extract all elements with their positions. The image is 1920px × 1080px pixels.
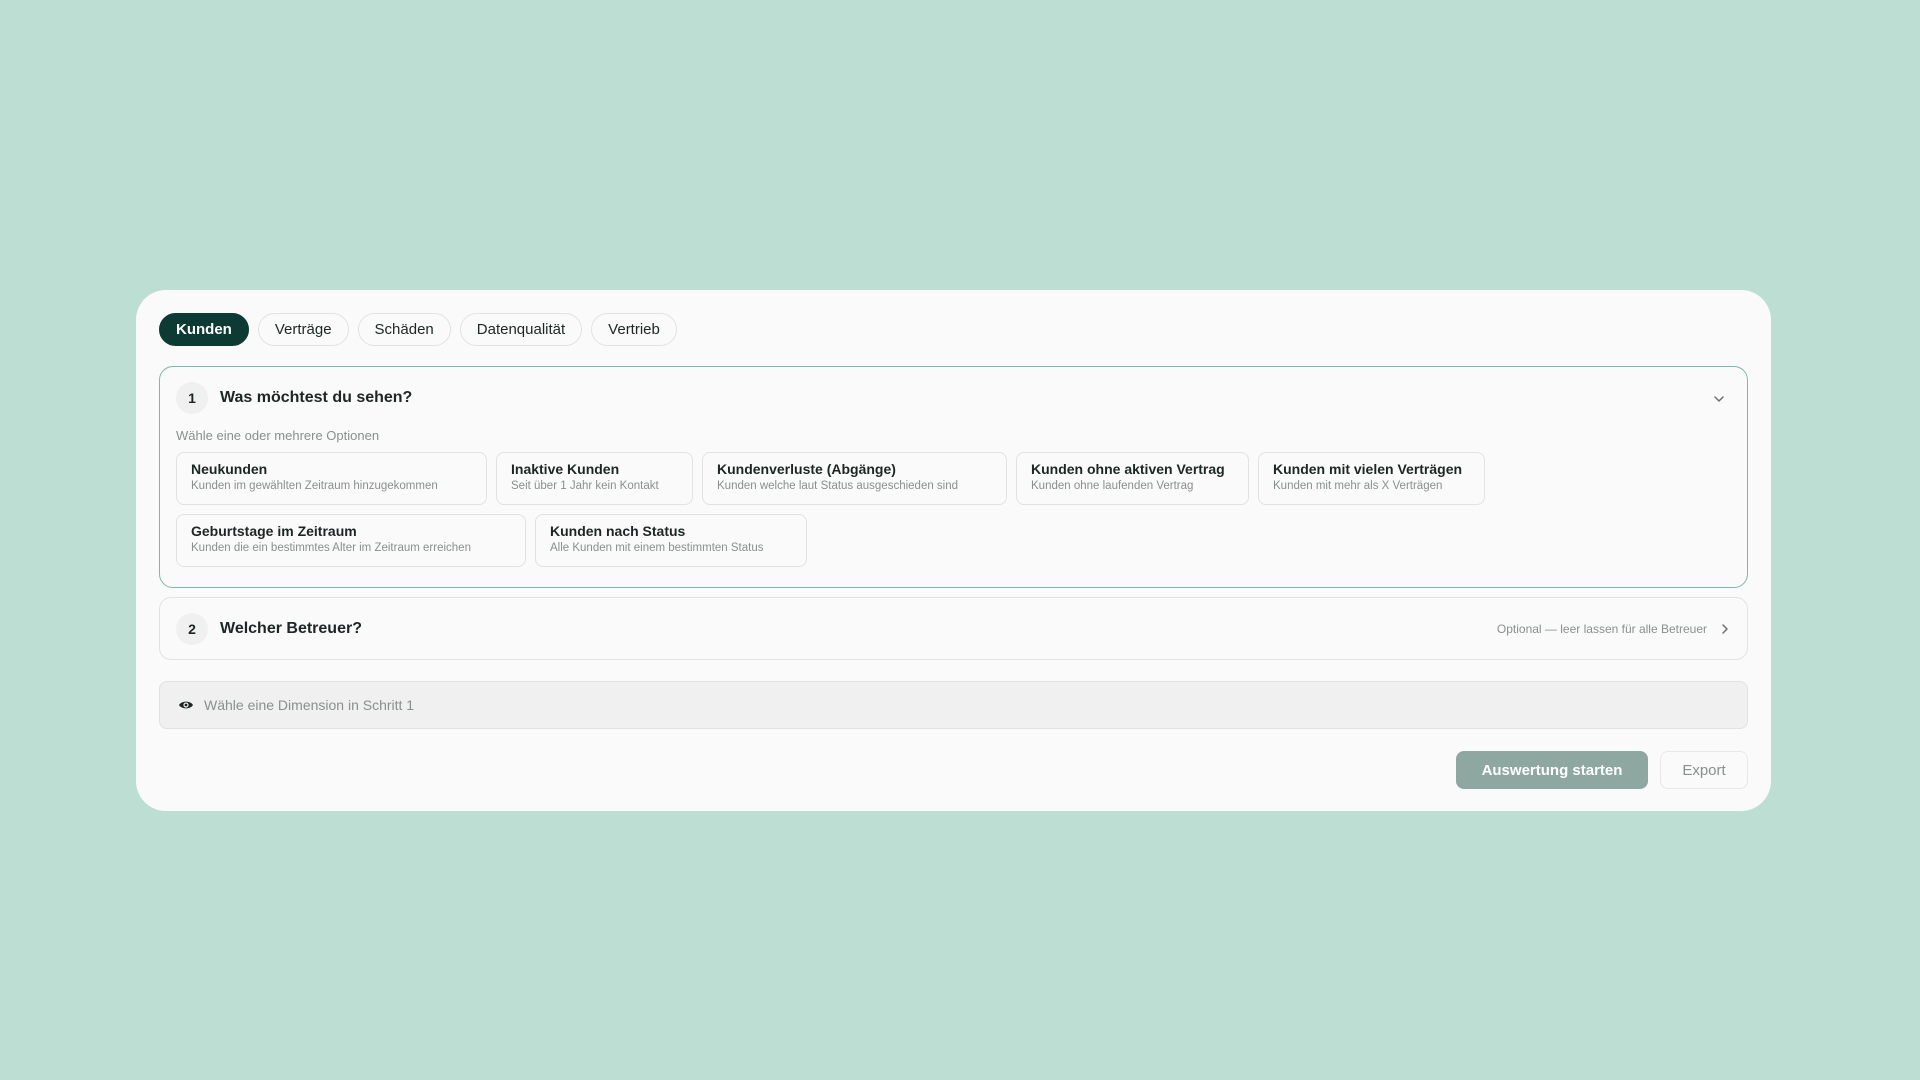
start-analysis-button[interactable]: Auswertung starten <box>1456 751 1648 789</box>
step-1-number: 1 <box>176 382 208 414</box>
action-bar: Auswertung starten Export <box>159 751 1748 789</box>
category-tabs: Kunden Verträge Schäden Datenqualität Ve… <box>159 313 1748 346</box>
option-title: Kunden nach Status <box>550 523 686 539</box>
step-2-panel[interactable]: 2 Welcher Betreuer? Optional — leer lass… <box>159 597 1748 660</box>
option-subtitle: Kunden ohne laufenden Vertrag <box>1031 480 1194 492</box>
option-subtitle: Kunden mit mehr als X Verträgen <box>1273 480 1443 492</box>
option-kundenverluste[interactable]: Kundenverluste (Abgänge) Kunden welche l… <box>702 452 1007 505</box>
option-inaktive-kunden[interactable]: Inaktive Kunden Seit über 1 Jahr kein Ko… <box>496 452 693 505</box>
option-title: Kunden ohne aktiven Vertrag <box>1031 461 1225 477</box>
chevron-right-icon <box>1722 623 1728 634</box>
option-subtitle: Kunden im gewählten Zeitraum hinzugekomm… <box>191 480 438 492</box>
chevron-down-icon[interactable] <box>1713 393 1725 405</box>
step-1-title: Was möchtest du sehen? <box>220 389 413 406</box>
step-2-optional-hint: Optional — leer lassen für alle Betreuer <box>1496 621 1707 636</box>
option-list: Neukunden Kunden im gewählten Zeitraum h… <box>176 452 1496 567</box>
tab-schaeden[interactable]: Schäden <box>357 313 451 346</box>
option-geburtstage[interactable]: Geburtstage im Zeitraum Kunden die ein b… <box>176 514 526 567</box>
option-title: Inaktive Kunden <box>511 461 620 477</box>
option-title: Geburtstage im Zeitraum <box>191 523 357 539</box>
option-subtitle: Kunden welche laut Status ausgeschieden … <box>717 480 959 492</box>
eye-icon <box>179 701 193 709</box>
preview-placeholder: Wähle eine Dimension in Schritt 1 <box>204 697 415 713</box>
preview-box: Wähle eine Dimension in Schritt 1 <box>159 681 1748 729</box>
tab-vertraege[interactable]: Verträge <box>257 313 349 346</box>
option-subtitle: Kunden die ein bestimmtes Alter im Zeitr… <box>191 542 471 554</box>
step-1-panel: 1 Was möchtest du sehen? Wähle eine oder… <box>159 366 1748 588</box>
step-2-title: Welcher Betreuer? <box>220 619 362 637</box>
step-1-header[interactable]: 1 Was möchtest du sehen? <box>176 381 1731 415</box>
export-button[interactable]: Export <box>1660 751 1748 789</box>
option-subtitle: Seit über 1 Jahr kein Kontakt <box>511 480 659 492</box>
option-kunden-viele-vertraege[interactable]: Kunden mit vielen Verträgen Kunden mit m… <box>1258 452 1485 505</box>
step-1-hint: Wähle eine oder mehrere Optionen <box>176 428 380 443</box>
report-builder-card: Kunden Verträge Schäden Datenqualität Ve… <box>136 290 1771 811</box>
tab-kunden[interactable]: Kunden <box>159 313 249 346</box>
tab-datenqualitaet[interactable]: Datenqualität <box>459 313 583 346</box>
tab-vertrieb[interactable]: Vertrieb <box>591 313 677 346</box>
option-title: Kunden mit vielen Verträgen <box>1273 461 1463 477</box>
option-kunden-nach-status[interactable]: Kunden nach Status Alle Kunden mit einem… <box>535 514 807 567</box>
option-kunden-ohne-vertrag[interactable]: Kunden ohne aktiven Vertrag Kunden ohne … <box>1016 452 1249 505</box>
option-title: Kundenverluste (Abgänge) <box>717 461 896 477</box>
option-title: Neukunden <box>191 461 268 477</box>
option-subtitle: Alle Kunden mit einem bestimmten Status <box>550 542 764 554</box>
step-2-number: 2 <box>176 612 208 645</box>
option-neukunden[interactable]: Neukunden Kunden im gewählten Zeitraum h… <box>176 452 487 505</box>
